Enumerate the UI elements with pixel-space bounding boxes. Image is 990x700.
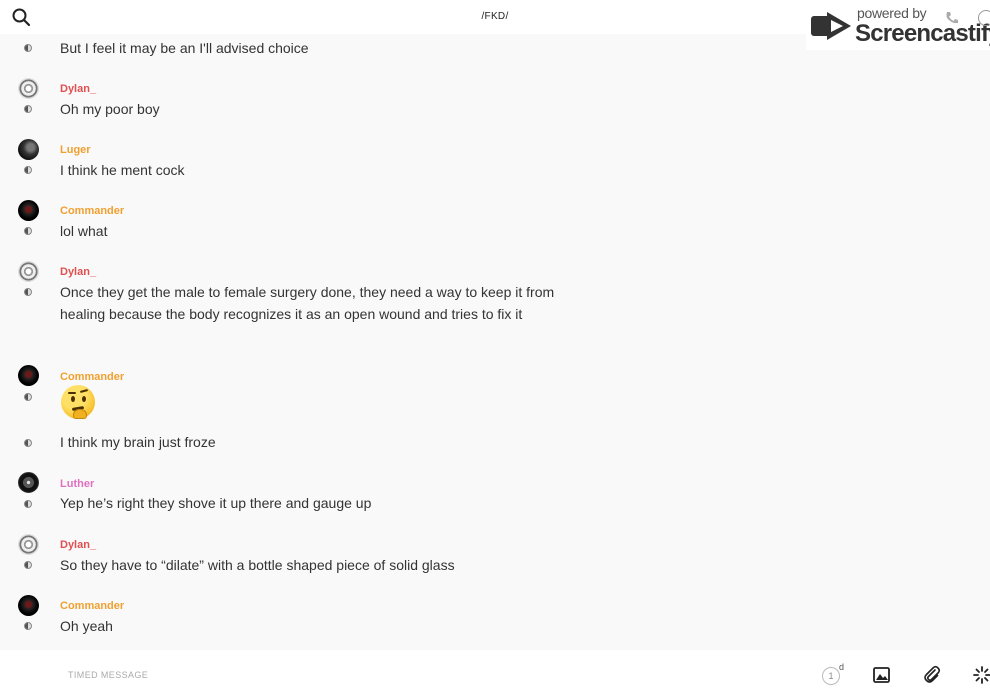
read-status-icon <box>24 44 32 52</box>
message-item: Commander Oh yeah <box>0 595 600 640</box>
read-status-icon <box>24 439 32 447</box>
avatar[interactable] <box>18 472 39 493</box>
message-item: Dylan_ Once they get the male to female … <box>0 261 600 351</box>
timer-button[interactable]: 1 d <box>822 662 846 686</box>
sender-name[interactable]: Dylan_ <box>60 539 96 551</box>
sender-name[interactable]: Commander <box>60 371 124 383</box>
timer-value: 1 <box>822 667 840 685</box>
info-icon[interactable] <box>978 10 990 26</box>
sender-name[interactable]: Commander <box>60 600 124 612</box>
phone-icon[interactable] <box>944 10 960 26</box>
thinking-face-emoji-icon <box>61 385 95 419</box>
image-icon[interactable] <box>872 665 892 685</box>
message-text: Once they get the male to female surgery… <box>60 284 555 322</box>
avatar[interactable] <box>18 365 39 386</box>
message-text: I think my brain just froze <box>60 434 216 450</box>
message-item: But I feel it may be an I'll advised cho… <box>0 34 600 64</box>
sender-name[interactable]: Luger <box>60 144 91 156</box>
avatar[interactable] <box>18 139 39 160</box>
message-item: Commander <box>0 365 600 425</box>
message-text: lol what <box>60 223 108 239</box>
sender-name[interactable]: Commander <box>60 205 124 217</box>
message-item: I think my brain just froze <box>0 431 600 461</box>
read-status-icon <box>24 105 32 113</box>
avatar[interactable] <box>18 78 39 99</box>
message-text: Oh yeah <box>60 618 113 634</box>
message-text: Yep he’s right they shove it up there an… <box>60 495 372 511</box>
avatar[interactable] <box>18 534 39 555</box>
avatar[interactable] <box>18 200 39 221</box>
sparkle-icon[interactable] <box>972 665 990 685</box>
message-text: I think he ment cock <box>60 162 185 178</box>
timed-message-input[interactable]: TIMED MESSAGE <box>68 670 148 680</box>
message-text: So they have to “dilate” with a bottle s… <box>60 557 455 573</box>
read-status-icon <box>24 561 32 569</box>
timer-unit: d <box>839 662 845 672</box>
read-status-icon <box>24 227 32 235</box>
sender-name[interactable]: Dylan_ <box>60 83 96 95</box>
paperclip-icon[interactable] <box>922 665 942 685</box>
read-status-icon <box>24 622 32 630</box>
avatar[interactable] <box>18 595 39 616</box>
sender-name[interactable]: Dylan_ <box>60 266 96 278</box>
message-text: Oh my poor boy <box>60 101 160 117</box>
message-text: But I feel it may be an I'll advised cho… <box>60 40 309 56</box>
message-item: Luger I think he ment cock <box>0 139 600 184</box>
message-item: Dylan_ So they have to “dilate” with a b… <box>0 534 600 579</box>
sender-name[interactable]: Luther <box>60 478 94 490</box>
read-status-icon <box>24 393 32 401</box>
message-item: Dylan_ Oh my poor boy <box>0 78 600 123</box>
read-status-icon <box>24 500 32 508</box>
read-status-icon <box>24 288 32 296</box>
message-item: Commander lol what <box>0 200 600 245</box>
avatar[interactable] <box>18 261 39 282</box>
message-item: Luther Yep he’s right they shove it up t… <box>0 472 600 517</box>
read-status-icon <box>24 166 32 174</box>
watermark-powered-by: powered by <box>857 5 927 21</box>
message-list: But I feel it may be an I'll advised cho… <box>0 34 990 650</box>
